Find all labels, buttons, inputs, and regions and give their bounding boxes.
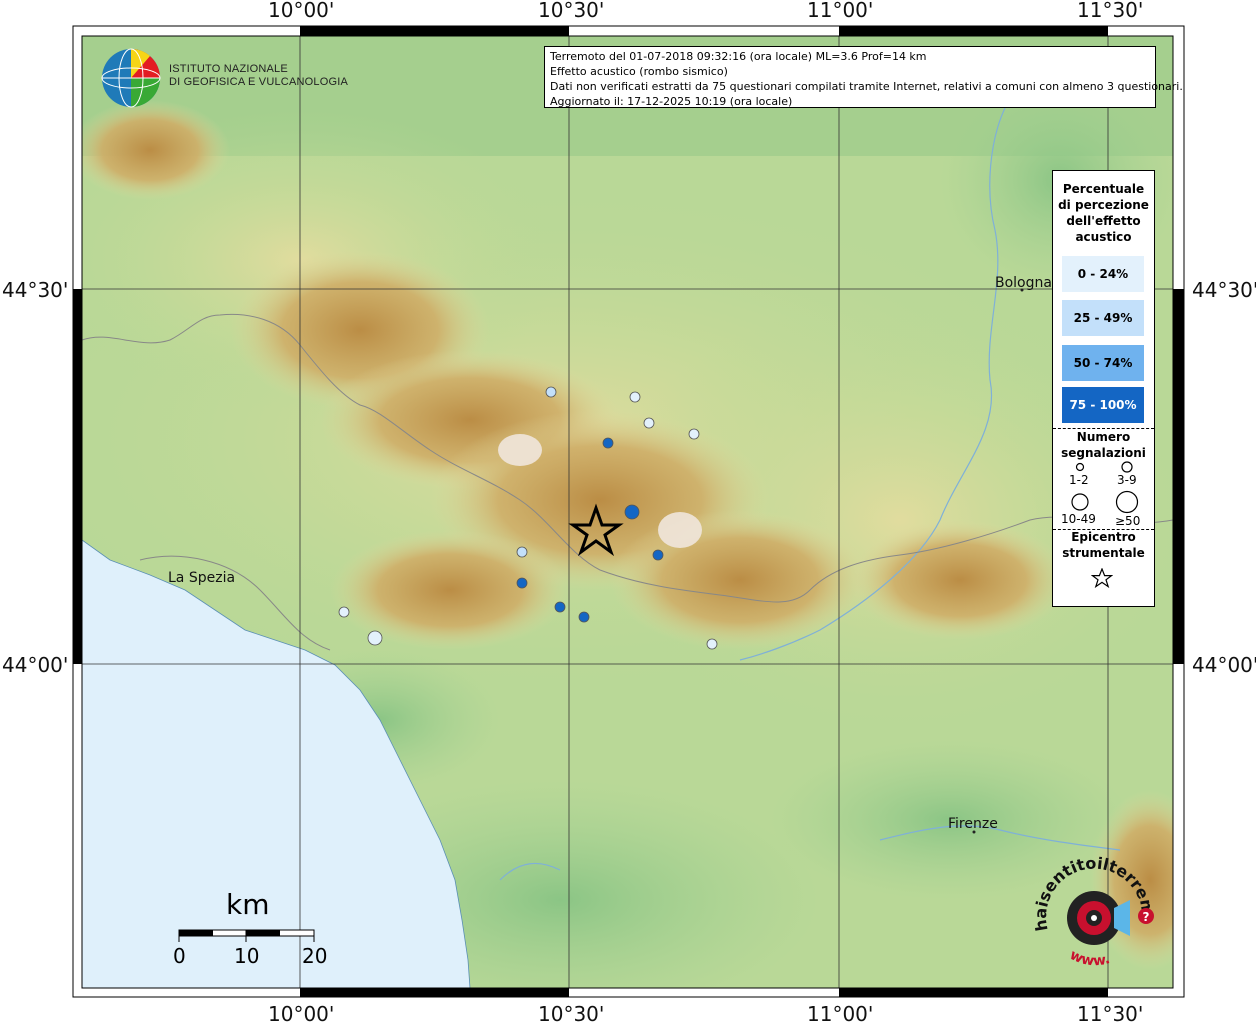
legend-count-label: 3-9 bbox=[1117, 473, 1137, 487]
legend-epicenter-title: Epicentro strumentale bbox=[1053, 529, 1154, 561]
city-label-la-spezia: La Spezia bbox=[168, 570, 236, 586]
observation-marker bbox=[602, 437, 614, 449]
institute-line-2: di Geofisica e Vulcanologia bbox=[169, 76, 348, 88]
lon-label-bottom: 11°30' bbox=[1077, 1002, 1144, 1026]
city-label-firenze: Firenze bbox=[948, 816, 998, 832]
scale-bar-unit: km bbox=[226, 888, 270, 921]
legend-epicenter-title-line: Epicentro bbox=[1071, 530, 1136, 544]
legend-title-line: di percezione bbox=[1058, 198, 1149, 212]
observation-marker bbox=[516, 577, 528, 589]
legend-count-title-line: Numero bbox=[1076, 430, 1131, 444]
event-info-line: Terremoto del 01-07-2018 09:32:16 (ora l… bbox=[550, 50, 927, 63]
lat-label-left: 44°30' bbox=[2, 278, 69, 302]
observation-marker bbox=[706, 638, 718, 650]
observation-marker bbox=[516, 546, 528, 558]
legend-count-label: ≥50 bbox=[1115, 514, 1141, 528]
observation-marker bbox=[367, 630, 383, 646]
legend: Percentuale di percezione dell'effetto a… bbox=[1052, 170, 1155, 607]
svg-text:www.: www. bbox=[1067, 947, 1112, 969]
ingv-logo bbox=[101, 48, 161, 108]
scale-bar-tick-label: 0 bbox=[173, 944, 186, 968]
event-info-line: Aggiornato il: 17-12-2025 10:19 (ora loc… bbox=[550, 95, 793, 108]
haisentito-logo: haisentitoilterremoto.it www. ? bbox=[1030, 850, 1158, 970]
logo-arc-text-www: www. bbox=[1067, 947, 1112, 969]
observation-marker bbox=[554, 601, 566, 613]
observation-marker bbox=[578, 611, 590, 623]
lon-label-top: 10°30' bbox=[538, 0, 605, 22]
legend-title-line: dell'effetto bbox=[1066, 214, 1141, 228]
scale-bar-tick-label: 10 bbox=[234, 944, 260, 968]
lon-label-top: 10°00' bbox=[268, 0, 335, 22]
legend-epicenter-star-icon bbox=[1091, 568, 1113, 588]
svg-text:?: ? bbox=[1143, 910, 1150, 924]
observation-marker bbox=[629, 391, 641, 403]
lon-label-top: 11°30' bbox=[1077, 0, 1144, 22]
lon-label-top: 11°00' bbox=[807, 0, 874, 22]
legend-count-label: 1-2 bbox=[1069, 473, 1089, 487]
city-label-bologna: Bologna bbox=[995, 275, 1052, 291]
legend-title: Percentuale di percezione dell'effetto a… bbox=[1053, 181, 1154, 245]
legend-class-swatch: 25 - 49% bbox=[1062, 300, 1144, 336]
lat-label-left: 44°00' bbox=[2, 653, 69, 677]
legend-title-line: acustico bbox=[1075, 230, 1132, 244]
legend-class-swatch: 50 - 74% bbox=[1062, 345, 1144, 381]
legend-title-line: Percentuale bbox=[1062, 182, 1145, 196]
event-info-line: Dati non verificati estratti da 75 quest… bbox=[550, 80, 1183, 93]
lat-label-right: 44°00' bbox=[1192, 653, 1256, 677]
lon-label-bottom: 10°00' bbox=[268, 1002, 335, 1026]
legend-class-swatch: 0 - 24% bbox=[1062, 256, 1144, 292]
scale-bar-tick-label: 20 bbox=[302, 944, 328, 968]
lat-label-right: 44°30' bbox=[1192, 278, 1256, 302]
event-info-box: Terremoto del 01-07-2018 09:32:16 (ora l… bbox=[544, 46, 1183, 108]
observation-marker bbox=[338, 606, 350, 618]
observation-marker bbox=[652, 549, 664, 561]
institute-line-1: Istituto Nazionale bbox=[169, 63, 288, 75]
legend-class-swatch: 75 - 100% bbox=[1062, 387, 1144, 423]
observation-marker bbox=[688, 428, 700, 440]
observation-marker bbox=[643, 417, 655, 429]
lon-label-bottom: 10°30' bbox=[538, 1002, 605, 1026]
observation-marker bbox=[545, 386, 557, 398]
legend-count-label: 10-49 bbox=[1061, 512, 1096, 526]
event-info-line: Effetto acustico (rombo sismico) bbox=[550, 65, 728, 78]
observation-marker bbox=[624, 504, 640, 520]
legend-epicenter-title-line: strumentale bbox=[1062, 546, 1145, 560]
lon-label-bottom: 11°00' bbox=[807, 1002, 874, 1026]
institute-name: Istituto Nazionale di Geofisica e Vulcan… bbox=[169, 63, 348, 89]
map-figure: 10°00' 10°30' 11°00' 11°30' 10°00' 10°30… bbox=[0, 0, 1256, 1026]
